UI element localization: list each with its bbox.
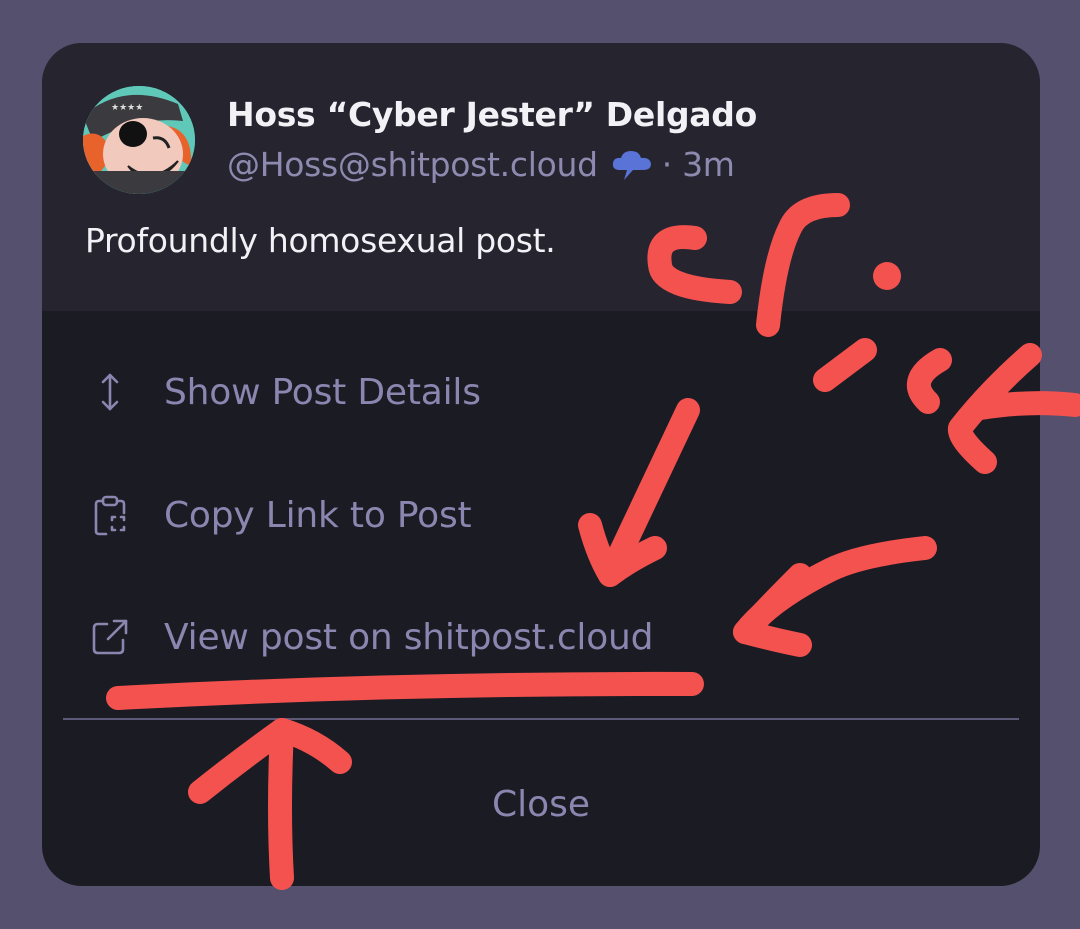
user-handle[interactable]: @Hoss@shitpost.cloud [227,145,598,184]
menu-item-label: View post on shitpost.cloud [164,616,654,658]
post-content: Profoundly homosexual post. [85,221,556,260]
view-on-instance-button[interactable]: View post on shitpost.cloud [42,582,1040,692]
post-meta: @Hoss@shitpost.cloud · 3m [227,145,735,184]
expand-vertical-icon [88,370,132,414]
show-post-details-button[interactable]: Show Post Details [42,337,1040,447]
cartoon-face-avatar-icon: ★★★★ [83,86,195,194]
copy-link-button[interactable]: Copy Link to Post [42,460,1040,570]
divider [63,718,1019,720]
display-name[interactable]: Hoss “Cyber Jester” Delgado [227,95,757,134]
post-time: · 3m [661,145,735,184]
post-preview: ★★★★ Hoss “Cyber Jester” Delgado @Hoss@s… [42,43,1040,311]
user-avatar[interactable]: ★★★★ [83,86,195,194]
svg-text:★★★★: ★★★★ [111,103,143,113]
menu-item-label: Show Post Details [164,371,481,413]
external-link-icon [88,615,132,659]
menu-item-label: Copy Link to Post [164,494,472,536]
close-button[interactable]: Close [42,723,1040,886]
clipboard-icon [88,493,132,537]
cloud-icon [610,148,654,182]
post-options-modal: ★★★★ Hoss “Cyber Jester” Delgado @Hoss@s… [42,43,1040,886]
